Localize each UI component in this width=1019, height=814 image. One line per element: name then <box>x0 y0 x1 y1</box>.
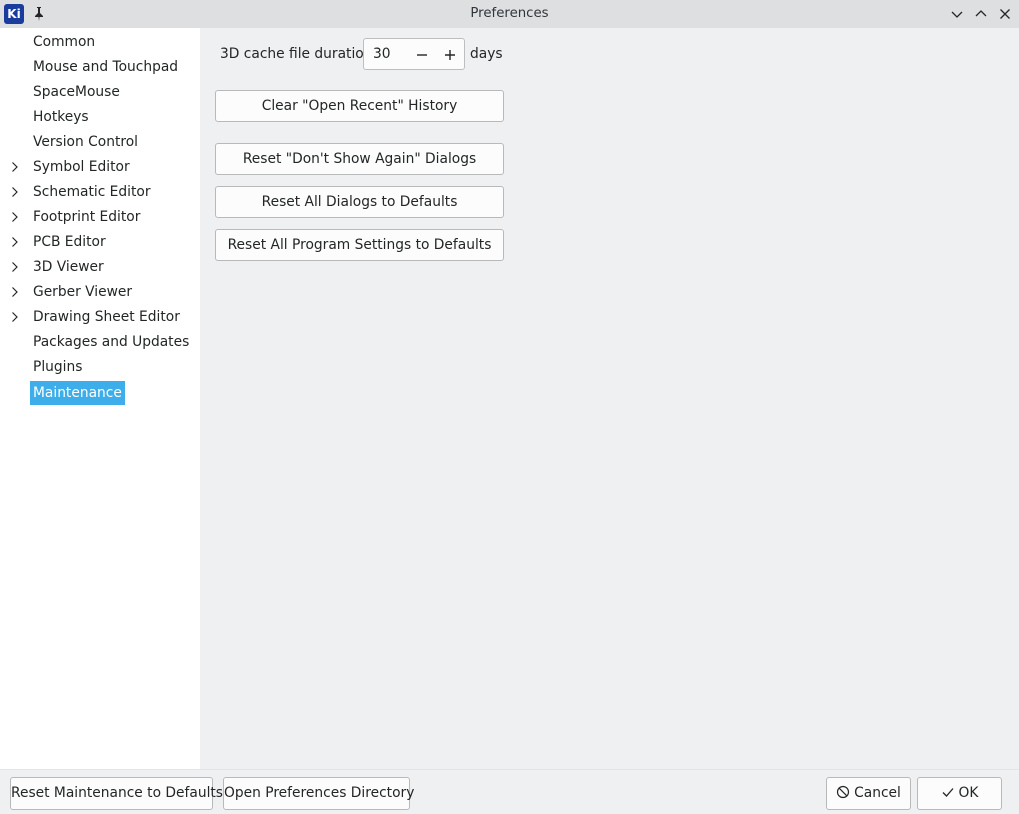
sidebar-item-drawing-sheet-editor[interactable]: Drawing Sheet Editor <box>0 305 200 330</box>
cache-duration-unit: days <box>470 46 503 62</box>
sidebar-item-label: Footprint Editor <box>33 209 141 225</box>
chevron-right-icon[interactable] <box>9 286 21 298</box>
sidebar-item-label: Mouse and Touchpad <box>33 59 179 75</box>
chevron-down-icon[interactable] <box>949 6 965 22</box>
sidebar-item-plugins[interactable]: Plugins <box>0 355 200 380</box>
preferences-window: Ki Preferences Common Mouse and Touchpad S… <box>0 0 1019 814</box>
cache-duration-spinbox[interactable]: 30 <box>363 38 465 70</box>
sidebar-item-label: Version Control <box>33 134 138 150</box>
clear-recent-history-button[interactable]: Clear "Open Recent" History <box>215 90 504 122</box>
sidebar-item-label: Symbol Editor <box>33 159 130 175</box>
sidebar-item-label: Hotkeys <box>33 109 89 125</box>
reset-all-program-settings-button[interactable]: Reset All Program Settings to Defaults <box>215 229 504 261</box>
cancel-button[interactable]: Cancel <box>826 777 911 810</box>
sidebar-item-common[interactable]: Common <box>0 30 200 55</box>
chevron-right-icon[interactable] <box>9 261 21 273</box>
sidebar-item-gerber-viewer[interactable]: Gerber Viewer <box>0 280 200 305</box>
reset-dont-show-again-button[interactable]: Reset "Don't Show Again" Dialogs <box>215 143 504 175</box>
ok-button[interactable]: OK <box>917 777 1002 810</box>
sidebar-item-label: Drawing Sheet Editor <box>33 309 180 325</box>
plus-icon[interactable] <box>442 47 458 63</box>
sidebar-item-footprint-editor[interactable]: Footprint Editor <box>0 205 200 230</box>
cancel-label: Cancel <box>854 785 901 801</box>
maintenance-panel: 3D cache file duration: 30 days Clear "O… <box>200 28 1019 769</box>
sidebar-item-label: Plugins <box>33 359 83 375</box>
kicad-app-icon[interactable]: Ki <box>4 4 24 24</box>
sidebar-item-label: Maintenance <box>30 381 125 405</box>
chevron-right-icon[interactable] <box>9 211 21 223</box>
sidebar-item-label: PCB Editor <box>33 234 106 250</box>
reset-all-dialogs-button[interactable]: Reset All Dialogs to Defaults <box>215 186 504 218</box>
sidebar-item-label: Gerber Viewer <box>33 284 133 300</box>
title-bar[interactable]: Ki Preferences <box>0 0 1019 28</box>
sidebar-item-pcb-editor[interactable]: PCB Editor <box>0 230 200 255</box>
cache-duration-value[interactable]: 30 <box>373 39 391 69</box>
close-icon[interactable] <box>997 6 1013 22</box>
ok-label: OK <box>958 785 979 801</box>
sidebar-item-hotkeys[interactable]: Hotkeys <box>0 105 200 130</box>
sidebar-item-mouse-and-touchpad[interactable]: Mouse and Touchpad <box>0 55 200 80</box>
sidebar-item-label: Packages and Updates <box>33 334 190 350</box>
chevron-right-icon[interactable] <box>9 186 21 198</box>
window-title: Preferences <box>470 6 549 21</box>
cache-duration-label: 3D cache file duration: <box>220 46 378 62</box>
sidebar-item-version-control[interactable]: Version Control <box>0 130 200 155</box>
chevron-right-icon[interactable] <box>9 311 21 323</box>
pin-icon[interactable] <box>32 6 46 22</box>
chevron-right-icon[interactable] <box>9 161 21 173</box>
minus-icon[interactable] <box>414 47 430 63</box>
sidebar-item-spacemouse[interactable]: SpaceMouse <box>0 80 200 105</box>
sidebar-item-symbol-editor[interactable]: Symbol Editor <box>0 155 200 180</box>
sidebar-item-label: 3D Viewer <box>33 259 104 275</box>
preferences-tree[interactable]: Common Mouse and Touchpad SpaceMouse Hotkey… <box>0 28 200 769</box>
cancel-icon <box>837 785 850 799</box>
open-preferences-directory-button[interactable]: Open Preferences Directory <box>223 777 414 810</box>
chevron-right-icon[interactable] <box>9 236 21 248</box>
sidebar-item-label: SpaceMouse <box>33 84 120 100</box>
sidebar-item-packages-and-updates[interactable]: Packages and Updates <box>0 330 200 355</box>
sidebar-item-label: Common <box>33 34 96 50</box>
sidebar-item-label: Schematic Editor <box>33 184 151 200</box>
sidebar-item-3d-viewer[interactable]: 3D Viewer <box>0 255 200 280</box>
sidebar-item-schematic-editor[interactable]: Schematic Editor <box>0 180 200 205</box>
check-icon <box>942 788 954 797</box>
chevron-up-icon[interactable] <box>973 6 989 22</box>
reset-page-defaults-button[interactable]: Reset Maintenance to Defaults <box>10 777 223 810</box>
sidebar-item-maintenance[interactable]: Maintenance <box>0 380 200 405</box>
dialog-footer: Reset Maintenance to Defaults Open Prefe… <box>0 769 1019 814</box>
